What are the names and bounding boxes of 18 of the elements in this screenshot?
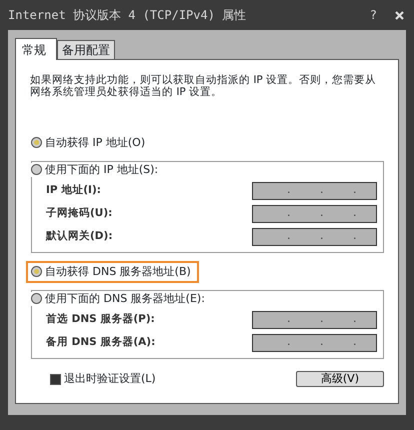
field-label: IP 地址(I): (46, 183, 101, 198)
ip-address-field[interactable]: . . . (252, 205, 377, 223)
tab[interactable]: 备用配置 (57, 40, 115, 59)
ip-address-field[interactable]: . . . (252, 334, 377, 352)
help-button[interactable]: ? (370, 6, 377, 24)
ip-address-field[interactable]: . . . (252, 311, 377, 329)
tab[interactable]: 常规 (15, 38, 57, 60)
ip-address-field[interactable]: . . . (252, 182, 377, 200)
window-title: Internet 协议版本 4 (TCP/IPv4) 属性 (8, 7, 248, 24)
ip-address-field[interactable]: . . . (252, 228, 377, 246)
field-label: 首选 DNS 服务器(P): (46, 312, 155, 328)
field-label: 默认网关(D): (46, 229, 113, 244)
checkbox-label[interactable]: 退出时验证设置(L) (64, 371, 156, 388)
advanced-button[interactable]: 高级(V) (296, 371, 384, 388)
field-label: 子网掩码(U): (46, 206, 112, 222)
description-text: 如果网络支持此功能，则可以获取自动指派的 IP 设置。否则，您需要从网络系统管理员处获得适当的 IP 设置。 (30, 74, 378, 98)
radio-label[interactable]: 自动获得 IP 地址(O) (45, 136, 146, 150)
field-label: 备用 DNS 服务器(A): (46, 335, 156, 350)
